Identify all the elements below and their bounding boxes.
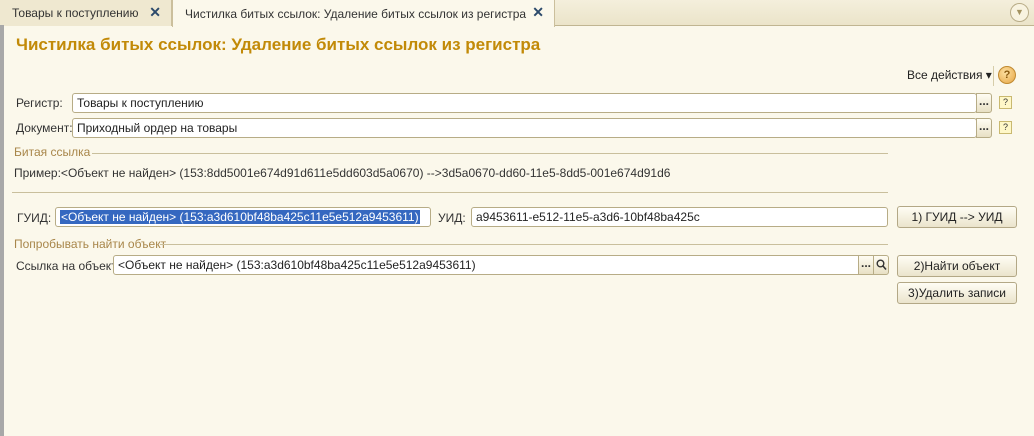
tab-goods-receipt[interactable]: Товары к поступлению ✕ — [0, 0, 172, 26]
guid-label: ГУИД: — [17, 211, 52, 225]
uid-label: УИД: — [438, 211, 466, 225]
find-object-group-label: Попробывать найти объект — [14, 237, 167, 251]
all-actions-menu[interactable]: Все действия ▾ — [907, 68, 992, 82]
object-link-input[interactable]: <Объект не найден> (153:a3d610bf48ba425c… — [113, 255, 859, 275]
example-text: Пример:<Объект не найден> (153:8dd5001e6… — [14, 166, 671, 180]
divider — [12, 192, 888, 193]
document-label: Документ: — [16, 121, 73, 135]
document-select-button[interactable]: ... — [976, 118, 992, 138]
find-object-button[interactable]: 2)Найти объект — [897, 255, 1017, 277]
tab-label: Товары к поступлению — [12, 6, 139, 20]
guid-to-uid-button[interactable]: 1) ГУИД --> УИД — [897, 206, 1017, 228]
register-hint-icon[interactable]: ? — [999, 96, 1012, 109]
close-icon[interactable]: ✕ — [149, 4, 161, 21]
page-title: Чистилка битых ссылок: Удаление битых сс… — [16, 35, 541, 54]
document-input[interactable]: Приходный ордер на товары — [72, 118, 977, 138]
register-select-button[interactable]: ... — [976, 93, 992, 113]
object-link-label: Ссылка на объект: — [16, 259, 120, 273]
register-input[interactable]: Товары к поступлению — [72, 93, 977, 113]
register-label: Регистр: — [16, 96, 63, 110]
help-icon[interactable]: ? — [998, 66, 1016, 84]
divider — [92, 153, 888, 154]
tab-label: Чистилка битых ссылок: Удаление битых сс… — [185, 6, 527, 21]
uid-input[interactable]: a9453611-e512-11e5-a3d6-10bf48ba425c — [471, 207, 888, 227]
left-border — [0, 25, 4, 436]
document-hint-icon[interactable]: ? — [999, 121, 1012, 134]
guid-selected-text: <Объект не найден> (153:a3d610bf48ba425c… — [60, 210, 420, 224]
close-icon[interactable]: ✕ — [532, 4, 544, 21]
tab-menu-chevron-down-icon[interactable]: ▼ — [1010, 3, 1029, 22]
tab-link-cleaner[interactable]: Чистилка битых ссылок: Удаление битых сс… — [172, 0, 555, 27]
guid-input[interactable]: <Объект не найден> (153:a3d610bf48ba425c… — [55, 207, 431, 227]
divider — [160, 244, 888, 245]
divider — [993, 66, 994, 86]
object-link-select-button[interactable]: ... — [858, 255, 874, 275]
broken-link-group-label: Битая ссылка — [14, 145, 91, 159]
delete-records-button[interactable]: 3)Удалить записи — [897, 282, 1017, 304]
search-icon[interactable] — [873, 255, 889, 275]
